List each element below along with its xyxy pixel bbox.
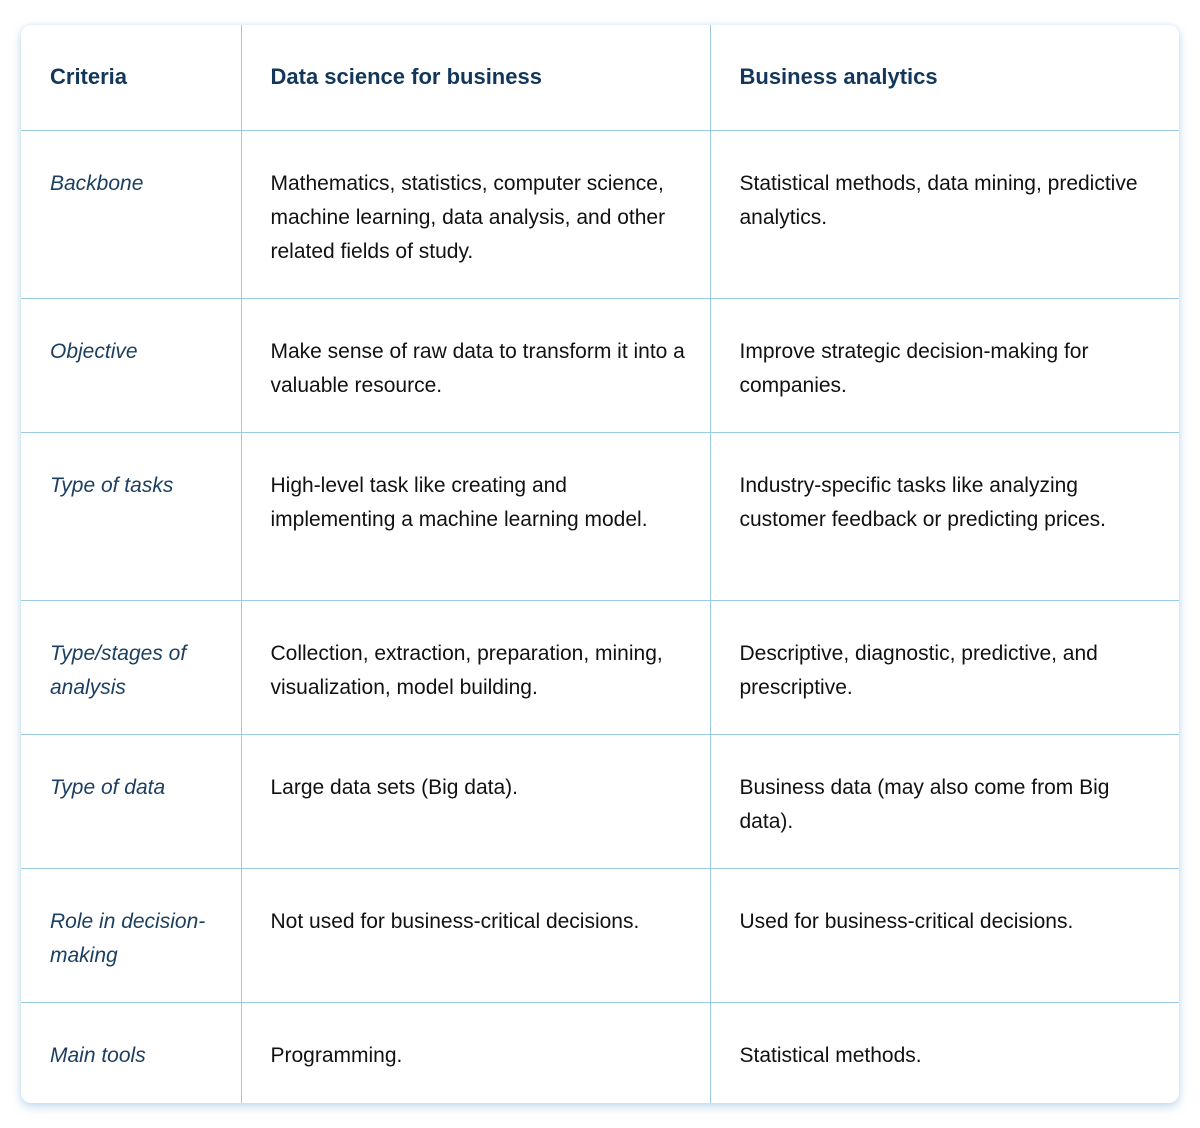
criteria-cell: Objective: [21, 297, 242, 433]
header-business-analytics: Business analytics: [709, 25, 1179, 131]
table-row: Type of data Large data sets (Big data).…: [21, 733, 1179, 869]
criteria-cell: Type of tasks: [21, 431, 242, 601]
comparison-table-card: Criteria Data science for business Busin…: [21, 25, 1179, 1103]
table-header-row: Criteria Data science for business Busin…: [21, 25, 1179, 131]
criteria-cell: Type of data: [21, 733, 242, 869]
criteria-cell: Role in decision-making: [21, 867, 242, 1003]
business-analytics-cell: Statistical methods, data mining, predic…: [709, 130, 1179, 299]
business-analytics-cell: Statistical methods.: [709, 1001, 1179, 1103]
criteria-cell: Type/stages of analysis: [21, 599, 242, 735]
header-data-science: Data science for business: [240, 25, 711, 131]
header-criteria: Criteria: [21, 25, 242, 131]
data-science-cell: High-level task like creating and implem…: [240, 431, 711, 601]
criteria-cell: Main tools: [21, 1001, 242, 1103]
data-science-cell: Programming.: [240, 1001, 711, 1103]
table-row: Role in decision-making Not used for bus…: [21, 867, 1179, 1003]
table-row: Objective Make sense of raw data to tran…: [21, 297, 1179, 433]
table-row: Type of tasks High-level task like creat…: [21, 431, 1179, 601]
business-analytics-cell: Improve strategic decision-making for co…: [709, 297, 1179, 433]
table-row: Backbone Mathematics, statistics, comput…: [21, 130, 1179, 299]
business-analytics-cell: Business data (may also come from Big da…: [709, 733, 1179, 869]
table-row: Type/stages of analysis Collection, extr…: [21, 599, 1179, 735]
criteria-cell: Backbone: [21, 130, 242, 299]
table-row: Main tools Programming. Statistical meth…: [21, 1001, 1179, 1103]
business-analytics-cell: Descriptive, diagnostic, predictive, and…: [709, 599, 1179, 735]
comparison-table: Criteria Data science for business Busin…: [21, 25, 1179, 1103]
data-science-cell: Make sense of raw data to transform it i…: [240, 297, 711, 433]
data-science-cell: Mathematics, statistics, computer scienc…: [240, 130, 711, 299]
business-analytics-cell: Used for business-critical decisions.: [709, 867, 1179, 1003]
data-science-cell: Large data sets (Big data).: [240, 733, 711, 869]
data-science-cell: Collection, extraction, preparation, min…: [240, 599, 711, 735]
data-science-cell: Not used for business-critical decisions…: [240, 867, 711, 1003]
business-analytics-cell: Industry-specific tasks like analyzing c…: [709, 431, 1179, 601]
